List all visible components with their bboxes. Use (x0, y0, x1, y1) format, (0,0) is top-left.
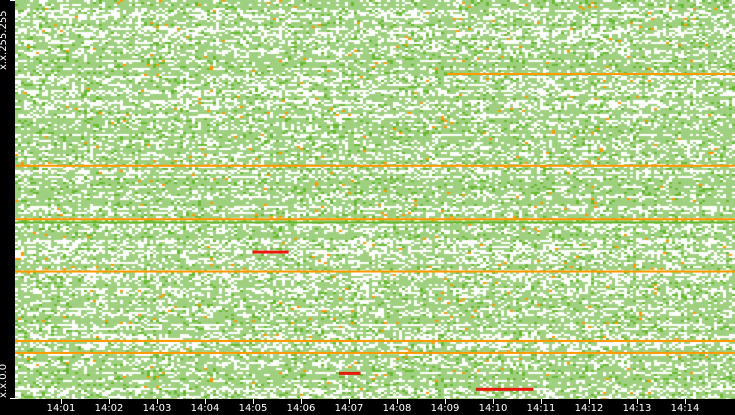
x-tick-label: 14:12 (574, 403, 604, 414)
x-tick-label: 14:07 (334, 403, 364, 414)
x-tick-label: 14:08 (382, 403, 412, 414)
x-tick-label: 14:04 (190, 403, 220, 414)
x-tick-label: 14:10 (478, 403, 508, 414)
x-tick-label: 14:02 (94, 403, 124, 414)
y-label-top: x.x.255.255 (0, 10, 9, 70)
x-tick-label: 14:13 (622, 403, 652, 414)
x-tick-label: 14:03 (142, 403, 172, 414)
x-tick-label: 14:14 (670, 403, 700, 414)
x-tick-label: 14:01 (46, 403, 76, 414)
highlight-row-high (15, 339, 735, 342)
highlight-row-high (447, 73, 735, 76)
highlight-marks (15, 73, 735, 391)
highlight-row-high (15, 164, 735, 167)
x-tick-label: 14:09 (430, 403, 460, 414)
x-tick-label: 14:05 (238, 403, 268, 414)
highlight-row-high (15, 270, 735, 273)
highlight-row-medium (15, 221, 735, 224)
highlight-row-peak (252, 250, 289, 254)
highlight-row-peak (339, 371, 361, 375)
highlight-row-high (15, 351, 735, 354)
x-tick-label: 14:06 (286, 403, 316, 414)
y-label-bottom: x.x.0.0 (0, 363, 9, 398)
plot-area (15, 0, 735, 399)
highlight-row-high (15, 218, 735, 221)
x-tick-label: 14:11 (526, 403, 556, 414)
highlight-row-peak (475, 387, 534, 391)
